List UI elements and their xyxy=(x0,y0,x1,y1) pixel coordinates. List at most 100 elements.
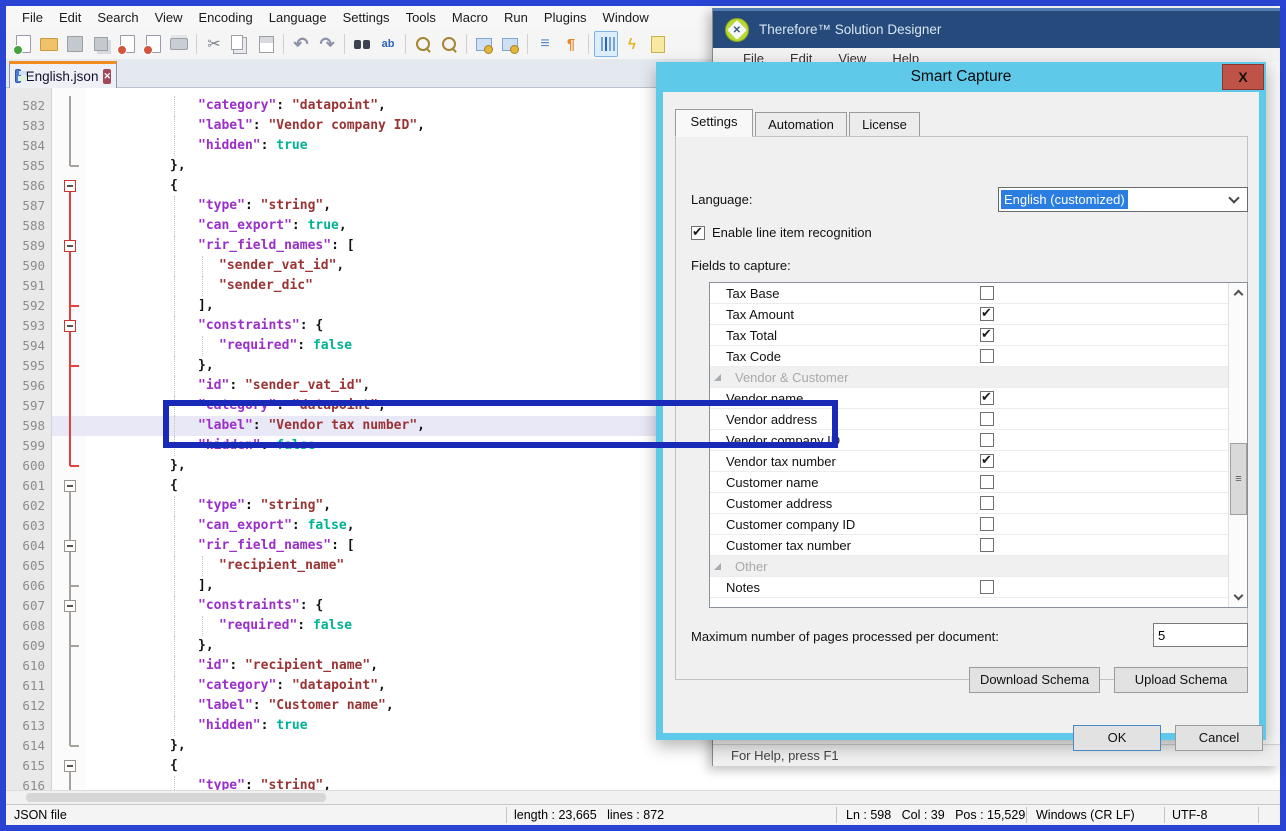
menu-file[interactable]: File xyxy=(14,7,51,28)
field-row-tax-total[interactable]: Tax Total xyxy=(710,325,1228,346)
fold-collapse-icon[interactable] xyxy=(52,236,86,256)
field-row-customer-company-id[interactable]: Customer company ID xyxy=(710,514,1228,535)
field-checkbox[interactable] xyxy=(980,517,994,531)
redo-icon[interactable] xyxy=(315,31,339,57)
dialog-tab-automation[interactable]: Automation xyxy=(755,112,847,137)
replace-icon[interactable] xyxy=(376,31,400,57)
field-checkbox[interactable] xyxy=(980,496,994,510)
therefore-menu-edit[interactable]: Edit xyxy=(790,48,812,62)
menu-search[interactable]: Search xyxy=(89,7,146,28)
save-icon[interactable] xyxy=(63,31,87,57)
print-icon[interactable] xyxy=(167,31,191,57)
field-row-customer-name[interactable]: Customer name xyxy=(710,472,1228,493)
menu-edit[interactable]: Edit xyxy=(51,7,89,28)
field-row-tax-amount[interactable]: Tax Amount xyxy=(710,304,1228,325)
zoom-out-icon[interactable] xyxy=(437,31,461,57)
field-row-customer-address[interactable]: Customer address xyxy=(710,493,1228,514)
line-item-recognition-row[interactable]: Enable line item recognition xyxy=(691,225,872,240)
horizontal-scrollbar[interactable] xyxy=(6,790,1280,804)
field-label: Customer tax number xyxy=(726,538,851,553)
fold-collapse-icon[interactable] xyxy=(52,316,86,336)
cut-icon[interactable] xyxy=(202,31,226,57)
max-pages-input[interactable] xyxy=(1153,623,1248,647)
group-expanded-icon[interactable] xyxy=(714,563,721,570)
field-row-vendor-tax-number[interactable]: Vendor tax number xyxy=(710,451,1228,472)
menu-tools[interactable]: Tools xyxy=(398,7,444,28)
therefore-menu-view[interactable]: View xyxy=(838,48,866,62)
close-all-icon[interactable] xyxy=(141,31,165,57)
menu-view[interactable]: View xyxy=(147,7,191,28)
fold-marker xyxy=(52,656,86,676)
menu-language[interactable]: Language xyxy=(261,7,335,28)
fields-scrollbar[interactable]: ≡ xyxy=(1228,283,1247,607)
field-checkbox[interactable] xyxy=(980,433,994,447)
show-all-chars-icon[interactable] xyxy=(559,31,583,57)
therefore-menu-file[interactable]: File xyxy=(743,48,764,62)
line-number: 611 xyxy=(6,676,52,696)
sync-horizontal-icon[interactable] xyxy=(498,31,522,57)
scroll-up-icon[interactable] xyxy=(1230,283,1247,302)
field-checkbox[interactable] xyxy=(980,454,994,468)
sync-vertical-icon[interactable] xyxy=(472,31,496,57)
line-item-checkbox[interactable] xyxy=(691,226,705,240)
field-row-notes[interactable]: Notes xyxy=(710,577,1228,598)
dialog-tab-settings[interactable]: Settings xyxy=(675,109,753,137)
fold-collapse-icon[interactable] xyxy=(52,536,86,556)
tab-close-icon[interactable]: ✕ xyxy=(103,69,111,84)
field-group-vendor-customer[interactable]: Vendor & Customer xyxy=(710,367,1228,388)
language-dropdown[interactable]: English (customized) xyxy=(998,187,1248,212)
menu-plugins[interactable]: Plugins xyxy=(536,7,595,28)
upload-schema-button[interactable]: Upload Schema xyxy=(1114,667,1248,693)
field-group-other[interactable]: Other xyxy=(710,556,1228,577)
copy-icon[interactable] xyxy=(228,31,252,57)
field-checkbox[interactable] xyxy=(980,412,994,426)
menu-macro[interactable]: Macro xyxy=(444,7,496,28)
ok-button[interactable]: OK xyxy=(1073,725,1161,751)
close-icon[interactable] xyxy=(115,31,139,57)
menu-window[interactable]: Window xyxy=(595,7,657,28)
field-checkbox[interactable] xyxy=(980,307,994,321)
cancel-button[interactable]: Cancel xyxy=(1175,725,1263,751)
scroll-down-icon[interactable] xyxy=(1230,588,1247,607)
field-checkbox[interactable] xyxy=(980,475,994,489)
field-row-tax-base[interactable]: Tax Base xyxy=(710,283,1228,304)
group-expanded-icon[interactable] xyxy=(714,374,721,381)
download-schema-button[interactable]: Download Schema xyxy=(969,667,1100,693)
menu-settings[interactable]: Settings xyxy=(335,7,398,28)
dialog-close-button[interactable]: X xyxy=(1222,64,1264,90)
field-checkbox[interactable] xyxy=(980,538,994,552)
tab-english-json[interactable]: English.json ✕ xyxy=(9,61,117,88)
function-list-icon[interactable] xyxy=(620,31,644,57)
field-checkbox[interactable] xyxy=(980,391,994,405)
word-wrap-icon[interactable] xyxy=(533,31,557,57)
fold-marker xyxy=(52,576,86,596)
zoom-in-icon[interactable] xyxy=(411,31,435,57)
fold-collapse-icon[interactable] xyxy=(52,596,86,616)
doc-map-icon[interactable] xyxy=(646,31,670,57)
field-checkbox[interactable] xyxy=(980,286,994,300)
save-all-icon[interactable] xyxy=(89,31,113,57)
fold-collapse-icon[interactable] xyxy=(52,176,86,196)
find-icon[interactable] xyxy=(350,31,374,57)
line-number: 599 xyxy=(6,436,52,456)
fold-marker xyxy=(52,276,86,296)
field-checkbox[interactable] xyxy=(980,580,994,594)
fold-collapse-icon[interactable] xyxy=(52,476,86,496)
fields-scrollbar-thumb[interactable]: ≡ xyxy=(1230,443,1247,515)
menu-run[interactable]: Run xyxy=(496,7,536,28)
field-row-tax-code[interactable]: Tax Code xyxy=(710,346,1228,367)
horizontal-scrollbar-thumb[interactable] xyxy=(26,793,326,802)
new-file-icon[interactable] xyxy=(11,31,35,57)
field-checkbox[interactable] xyxy=(980,328,994,342)
paste-icon[interactable] xyxy=(254,31,278,57)
field-row-customer-tax-number[interactable]: Customer tax number xyxy=(710,535,1228,556)
menu-encoding[interactable]: Encoding xyxy=(191,7,261,28)
field-checkbox[interactable] xyxy=(980,349,994,363)
indent-guide-icon[interactable] xyxy=(594,31,618,57)
code-line-616[interactable]: 616"type": "string", xyxy=(6,776,1280,790)
undo-icon[interactable] xyxy=(289,31,313,57)
dialog-tab-license[interactable]: License xyxy=(849,112,920,137)
therefore-menu-help[interactable]: Help xyxy=(892,48,919,62)
fold-collapse-icon[interactable] xyxy=(52,756,86,776)
open-icon[interactable] xyxy=(37,31,61,57)
